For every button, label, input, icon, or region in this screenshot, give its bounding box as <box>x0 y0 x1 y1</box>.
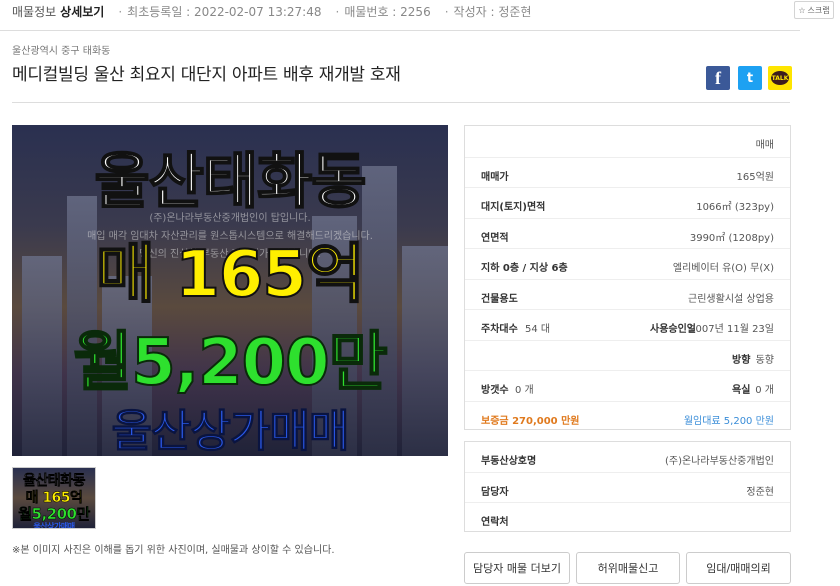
manager-label: 담당자 <box>481 487 509 498</box>
direction-label: 방향 <box>732 355 751 366</box>
divider <box>12 102 790 103</box>
photo-thumbnail[interactable]: 울산태화동 매 165억 월5,200만 울산상가매매 <box>12 467 96 529</box>
rooms-label: 방갯수 <box>481 385 509 396</box>
photo-caption-price: 매 165억 <box>95 237 366 313</box>
report-fake-listing-button[interactable]: 허위매물신고 <box>576 552 680 584</box>
info-row-deal-type: 매매 <box>465 126 790 156</box>
thumb-caption: 울산상가매매 <box>33 522 75 529</box>
top-bar: 매물정보상세보기 최초등록일 : 2022-02-07 13:27:48 매물번… <box>0 0 800 22</box>
office-value: (주)온나라부동산중개법인 <box>664 456 774 467</box>
photo-caption-monthly: 월5,200만 <box>72 325 388 401</box>
agent-row-office: 부동산상호명 (주)온나라부동산중개법인 <box>465 442 790 472</box>
twitter-icon: t <box>746 70 754 86</box>
listing-info-table: 매매 매매가 165억원 대지(토지)면적 1066㎡ (323py) 연면적 … <box>464 125 791 430</box>
registered-date: 최초등록일 : 2022-02-07 13:27:48 <box>118 3 321 20</box>
agent-info-table: 부동산상호명 (주)온나라부동산중개법인 담당자 정준현 연락처 <box>464 441 791 532</box>
floor-area-value: 3990㎡ (1208py) <box>689 233 774 244</box>
kakaotalk-icon: TALK <box>771 71 789 85</box>
listing-request-button[interactable]: 임대/매매의뢰 <box>686 552 791 584</box>
price-value: 165억원 <box>736 172 775 183</box>
parking-value: 54 대 <box>525 324 551 335</box>
info-row-rooms: 방갯수 0 개 욕실 0 개 <box>465 370 790 400</box>
deposit-value: 보증금 270,000 만원 <box>481 416 580 427</box>
photo-caption-location: 울산태화동 <box>94 146 368 218</box>
manager-value: 정준현 <box>746 487 774 498</box>
floor-area-label: 연면적 <box>481 233 509 244</box>
floors-label: 지하 0층 / 지상 6층 <box>481 263 568 274</box>
author: 작성자 : 정준현 <box>445 3 532 20</box>
page-title: 메디컬빌딩 울산 최요지 대단지 아파트 배후 재개발 호재 <box>12 65 401 85</box>
deal-type: 매매 <box>755 140 774 151</box>
approval-value: 2007년 11월 23일 <box>689 324 774 335</box>
land-value: 1066㎡ (323py) <box>696 202 774 213</box>
contact-label: 연락처 <box>481 517 509 528</box>
elevator-value: 엘리베이터 유(O) 무(X) <box>672 263 774 274</box>
usage-value: 근린생활시설 상업용 <box>688 294 774 305</box>
breadcrumb-section: 매물정보 <box>12 4 57 19</box>
photo-disclaimer: ※본 이미지 사진은 이해를 돕기 위한 사진이며, 실매물과 상이할 수 있습… <box>12 545 335 556</box>
price-label: 매매가 <box>481 172 509 183</box>
divider <box>0 30 800 31</box>
facebook-share-button[interactable]: f <box>706 66 730 90</box>
rooms-value: 0 개 <box>515 385 534 396</box>
scrap-button[interactable]: ☆ 스크랩 <box>794 1 834 19</box>
agent-row-manager: 담당자 정준현 <box>465 472 790 502</box>
info-row-rent: 보증금 270,000 만원 월임대료 5,200 만원 <box>465 401 790 431</box>
office-label: 부동산상호명 <box>481 456 537 467</box>
listing-location: 울산광역시 중구 태화동 <box>12 46 111 57</box>
photo-caption-type: 울산상가매매 <box>111 406 350 457</box>
main-photo[interactable]: (주)온나라부동산중개법인이 탑입니다. 매입 매각 임대차 자산관리를 원스톱… <box>12 125 448 456</box>
info-row-price: 매매가 165억원 <box>465 157 790 187</box>
land-label: 대지(토지)면적 <box>481 202 546 213</box>
kakaotalk-share-button[interactable]: TALK <box>768 66 792 90</box>
direction-value: 동향 <box>755 355 774 366</box>
parking-label: 주차대수 <box>481 324 518 335</box>
scrap-label: 스크랩 <box>807 5 830 15</box>
info-row-direction: 방향 동향 <box>465 340 790 370</box>
facebook-icon: f <box>715 67 721 88</box>
breadcrumb: 매물정보 상세보기 <box>12 3 104 20</box>
breadcrumb-current: 상세보기 <box>60 4 105 19</box>
listing-number: 매물번호 : 2256 <box>336 3 430 20</box>
info-row-parking: 주차대수 54 대 사용승인일 2007년 11월 23일 <box>465 309 790 339</box>
star-icon: ☆ <box>798 5 806 15</box>
monthly-rent-value: 월임대료 5,200 만원 <box>683 416 774 427</box>
baths-value: 0 개 <box>755 385 774 396</box>
info-row-usage: 건물용도 근린생활시설 상업용 <box>465 279 790 309</box>
info-row-land: 대지(토지)면적 1066㎡ (323py) <box>465 187 790 217</box>
usage-label: 건물용도 <box>481 294 518 305</box>
info-row-floors: 지하 0층 / 지상 6층 엘리베이터 유(O) 무(X) <box>465 248 790 278</box>
twitter-share-button[interactable]: t <box>738 66 762 90</box>
agent-more-listings-button[interactable]: 담당자 매물 더보기 <box>464 552 570 584</box>
baths-label: 욕실 <box>732 385 751 396</box>
agent-row-contact: 연락처 <box>465 502 790 532</box>
info-row-floor-area: 연면적 3990㎡ (1208py) <box>465 218 790 248</box>
